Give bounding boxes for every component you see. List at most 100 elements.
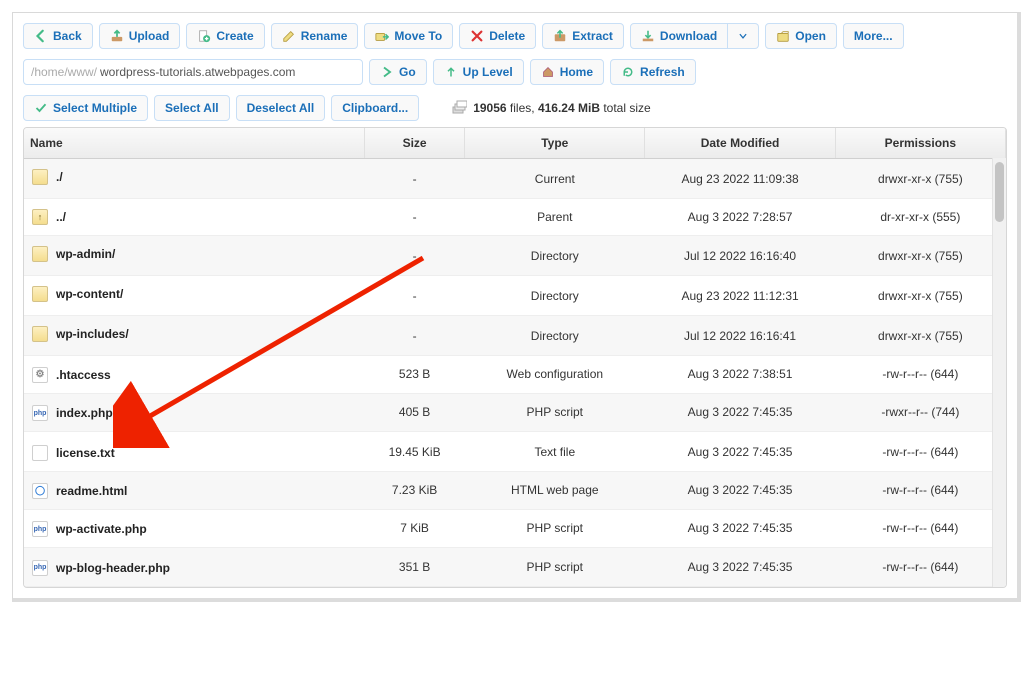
open-button[interactable]: Open — [765, 23, 837, 49]
go-button[interactable]: Go — [369, 59, 427, 85]
download-dropdown[interactable] — [728, 23, 759, 49]
upload-button[interactable]: Upload — [99, 23, 181, 49]
cell-type: HTML web page — [465, 472, 645, 510]
cell-perm: drwxr-xr-x (755) — [835, 236, 1005, 276]
extract-icon — [553, 29, 567, 43]
file-name[interactable]: ./ — [32, 169, 63, 185]
cell-perm: drwxr-xr-x (755) — [835, 159, 1005, 199]
cell-type: Parent — [465, 199, 645, 236]
select-all-label: Select All — [165, 101, 219, 115]
home-icon — [541, 65, 555, 79]
file-name[interactable]: ../ — [32, 209, 66, 225]
cell-size: 7.23 KiB — [365, 472, 465, 510]
file-name-text: readme.html — [56, 484, 127, 498]
file-name[interactable]: wp-includes/ — [32, 326, 129, 342]
home-label: Home — [560, 65, 593, 79]
cell-type: Current — [465, 159, 645, 199]
select-all-button[interactable]: Select All — [154, 95, 230, 121]
home-button[interactable]: Home — [530, 59, 604, 85]
delete-button[interactable]: Delete — [459, 23, 536, 49]
table-row[interactable]: wp-admin/-DirectoryJul 12 2022 16:16:40d… — [24, 236, 1006, 276]
cell-perm: -rw-r--r-- (644) — [835, 548, 1005, 587]
col-type[interactable]: Type — [465, 128, 645, 159]
php-file-icon — [32, 405, 48, 421]
table-row[interactable]: wp-includes/-DirectoryJul 12 2022 16:16:… — [24, 316, 1006, 356]
table-row[interactable]: .htaccess523 BWeb configurationAug 3 202… — [24, 356, 1006, 394]
up-level-label: Up Level — [463, 65, 513, 79]
deselect-all-button[interactable]: Deselect All — [236, 95, 326, 121]
refresh-label: Refresh — [640, 65, 685, 79]
up-level-button[interactable]: Up Level — [433, 59, 524, 85]
table-row[interactable]: license.txt19.45 KiBText fileAug 3 2022 … — [24, 432, 1006, 472]
more-button[interactable]: More... — [843, 23, 904, 49]
cell-perm: drwxr-xr-x (755) — [835, 316, 1005, 356]
col-perm[interactable]: Permissions — [835, 128, 1005, 159]
table-row[interactable]: wp-blog-header.php351 BPHP scriptAug 3 2… — [24, 548, 1006, 587]
path-input[interactable] — [23, 59, 363, 85]
chevron-down-icon — [736, 29, 750, 43]
file-name-text: wp-blog-header.php — [56, 561, 170, 575]
cell-date: Aug 3 2022 7:45:35 — [645, 472, 835, 510]
file-name[interactable]: index.php* — [32, 405, 125, 421]
select-multiple-button[interactable]: Select Multiple — [23, 95, 148, 121]
arrow-left-icon — [34, 29, 48, 43]
col-name[interactable]: Name — [24, 128, 365, 159]
table-row[interactable]: ../-ParentAug 3 2022 7:28:57dr-xr-xr-x (… — [24, 199, 1006, 236]
upload-icon — [110, 29, 124, 43]
php-file-icon — [32, 560, 48, 576]
col-size[interactable]: Size — [365, 128, 465, 159]
arrow-up-icon — [444, 65, 458, 79]
cell-perm: drwxr-xr-x (755) — [835, 276, 1005, 316]
file-name[interactable]: .htaccess — [32, 367, 111, 383]
back-label: Back — [53, 29, 82, 43]
folder-up-icon — [32, 209, 48, 225]
col-date[interactable]: Date Modified — [645, 128, 835, 159]
cell-size: - — [365, 199, 465, 236]
rename-icon — [282, 29, 296, 43]
cell-date: Jul 12 2022 16:16:40 — [645, 236, 835, 276]
text-file-icon — [32, 445, 48, 461]
file-name[interactable]: wp-blog-header.php — [32, 560, 170, 576]
cell-size: - — [365, 316, 465, 356]
refresh-button[interactable]: Refresh — [610, 59, 696, 85]
table-row[interactable]: ./-CurrentAug 23 2022 11:09:38drwxr-xr-x… — [24, 159, 1006, 199]
cell-date: Jul 12 2022 16:16:41 — [645, 316, 835, 356]
create-button[interactable]: Create — [186, 23, 264, 49]
file-name[interactable]: wp-activate.php — [32, 521, 147, 537]
cell-type: Text file — [465, 432, 645, 472]
file-name-text: index.php — [56, 406, 113, 420]
back-button[interactable]: Back — [23, 23, 93, 49]
extract-button[interactable]: Extract — [542, 23, 624, 49]
open-label: Open — [795, 29, 826, 43]
arrow-right-icon — [380, 65, 394, 79]
file-name[interactable]: wp-content/ — [32, 286, 123, 302]
table-row[interactable]: wp-content/-DirectoryAug 23 2022 11:12:3… — [24, 276, 1006, 316]
table-row[interactable]: wp-activate.php7 KiBPHP scriptAug 3 2022… — [24, 509, 1006, 548]
cell-perm: dr-xr-xr-x (555) — [835, 199, 1005, 236]
cell-date: Aug 3 2022 7:45:35 — [645, 548, 835, 587]
rename-label: Rename — [301, 29, 348, 43]
move-to-button[interactable]: Move To — [364, 23, 453, 49]
scrollbar[interactable] — [992, 158, 1006, 587]
clipboard-button[interactable]: Clipboard... — [331, 95, 419, 121]
file-name[interactable]: wp-admin/ — [32, 246, 115, 262]
file-name[interactable]: readme.html — [32, 483, 127, 499]
cell-size: - — [365, 159, 465, 199]
refresh-icon — [621, 65, 635, 79]
scrollbar-thumb[interactable] — [995, 162, 1004, 222]
rename-button[interactable]: Rename — [271, 23, 359, 49]
cell-date: Aug 3 2022 7:45:35 — [645, 393, 835, 432]
delete-label: Delete — [489, 29, 525, 43]
upload-label: Upload — [129, 29, 170, 43]
download-button[interactable]: Download — [630, 23, 728, 49]
file-name[interactable]: license.txt — [32, 445, 115, 461]
cell-date: Aug 3 2022 7:38:51 — [645, 356, 835, 394]
download-icon — [641, 29, 655, 43]
cell-date: Aug 23 2022 11:12:31 — [645, 276, 835, 316]
table-row[interactable]: readme.html 7.23 KiBHTML web pageAug 3 20… — [24, 472, 1006, 510]
more-label: More... — [854, 29, 893, 43]
stats-text: 19056 files, 416.24 MiB total size — [451, 99, 651, 118]
table-row[interactable]: index.php*405 BPHP scriptAug 3 2022 7:45… — [24, 393, 1006, 432]
folder-icon — [32, 246, 48, 262]
cell-size: 523 B — [365, 356, 465, 394]
